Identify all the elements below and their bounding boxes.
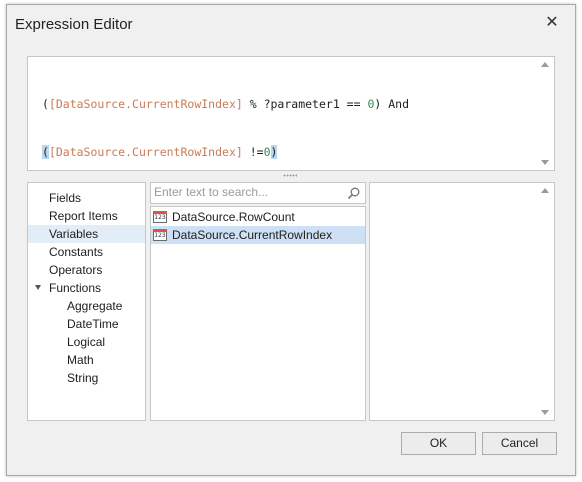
list-item[interactable]: 123 DataSource.RowCount [151,208,365,226]
expression-token: ) And [374,97,409,111]
scroll-down-arrow-icon[interactable] [541,160,549,165]
category-tree: Fields Report Items Variables Constants Oper… [27,182,146,421]
ok-button[interactable]: OK [401,432,476,455]
description-scrollbar[interactable] [537,183,554,420]
expand-arrow-icon[interactable] [35,285,41,290]
category-label: Functions [49,281,102,295]
expression-token: [DataSource.CurrentRowIndex] [48,145,243,159]
category-label: Variables [49,227,99,241]
category-item-string[interactable]: String [28,369,145,387]
scroll-up-arrow-icon[interactable] [541,188,549,193]
expression-token: ( [42,145,49,159]
list-item-label: DataSource.RowCount [172,210,295,224]
expression-editor-dialog: Expression Editor ✕ ([DataSource.Current… [6,4,576,476]
variable-icon: 123 [153,211,167,223]
cancel-button[interactable]: Cancel [482,432,557,455]
category-label: Operators [49,263,103,277]
category-label: String [67,371,99,385]
scroll-up-arrow-icon[interactable] [541,62,549,67]
category-item-operators[interactable]: Operators [28,261,145,279]
scroll-down-arrow-icon[interactable] [541,410,549,415]
category-label: Aggregate [67,299,123,313]
expression-token: ( [42,97,49,111]
expression-token: != [242,145,264,159]
category-item-math[interactable]: Math [28,351,145,369]
expression-token: % ?parameter1 == [242,97,368,111]
category-item-report-items[interactable]: Report Items [28,207,145,225]
expression-code: ([DataSource.CurrentRowIndex] % ?paramet… [42,64,409,192]
expression-line-2: ([DataSource.CurrentRowIndex] !=0) [42,144,409,160]
items-list: 123 DataSource.RowCount 123 DataSource.Curr… [150,206,366,421]
category-label: Fields [49,191,82,205]
description-panel [369,182,555,421]
dialog-title: Expression Editor [15,16,133,33]
category-item-datetime[interactable]: DateTime [28,315,145,333]
category-item-fields[interactable]: Fields [28,189,145,207]
search-box [150,182,366,204]
expression-token: 0 [263,145,271,159]
splitter-grip-icon[interactable] [283,174,297,177]
editor-scrollbar[interactable] [537,57,554,170]
category-label: Constants [49,245,104,259]
expression-token: [DataSource.CurrentRowIndex] [48,97,243,111]
category-label: Logical [67,335,106,349]
category-item-aggregate[interactable]: Aggregate [28,297,145,315]
category-label: DateTime [67,317,119,331]
expression-text-area[interactable]: ([DataSource.CurrentRowIndex] % ?paramet… [27,56,555,171]
search-input[interactable] [154,184,334,200]
close-icon[interactable]: ✕ [543,14,561,32]
expression-token: ) [270,145,278,159]
expression-line-1: ([DataSource.CurrentRowIndex] % ?paramet… [42,96,409,112]
category-item-constants[interactable]: Constants [28,243,145,261]
list-item[interactable]: 123 DataSource.CurrentRowIndex [151,226,365,244]
search-icon[interactable] [347,186,361,200]
category-label: Math [67,353,94,367]
category-item-logical[interactable]: Logical [28,333,145,351]
category-item-variables[interactable]: Variables [28,225,145,243]
category-label: Report Items [49,209,118,223]
category-item-functions[interactable]: Functions [28,279,145,297]
list-item-label: DataSource.CurrentRowIndex [172,228,333,242]
variable-icon: 123 [153,229,167,241]
